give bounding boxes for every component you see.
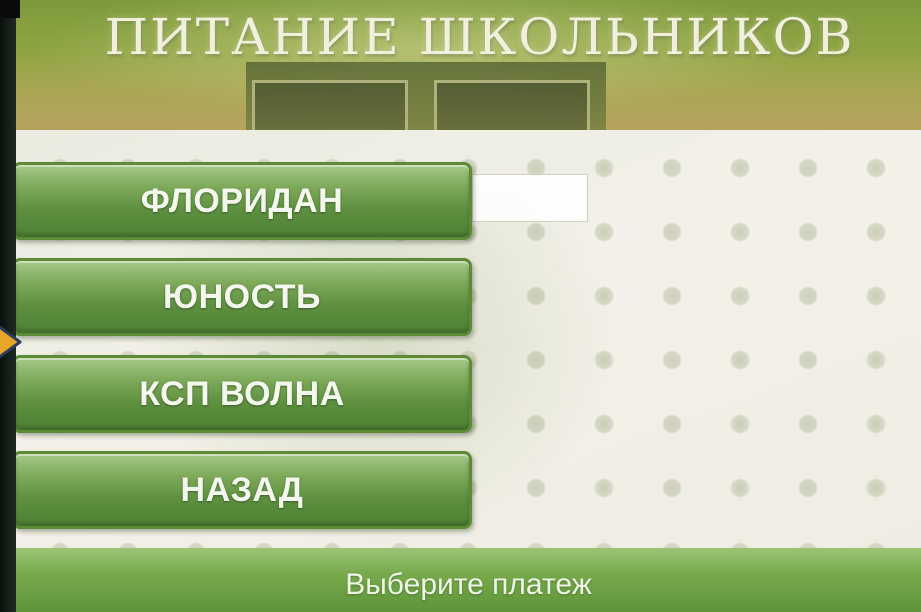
ksp-volna-button[interactable]: КСП ВОЛНА (12, 355, 472, 433)
back-button-label: НАЗАД (180, 470, 304, 509)
yunost-button-label: ЮНОСТЬ (163, 277, 321, 316)
chevron-right-icon (0, 325, 22, 359)
status-message: Выберите платеж (345, 568, 592, 601)
yunost-button[interactable]: ЮНОСТЬ (12, 258, 472, 336)
atm-screen: ПИТАНИЕ ШКОЛЬНИКОВ ФЛОРИДАН ЮНОСТЬ КСП В… (0, 0, 921, 612)
header-background-window (246, 62, 606, 140)
back-button[interactable]: НАЗАД (12, 451, 472, 529)
display-box (472, 174, 588, 222)
page-title: ПИТАНИЕ ШКОЛЬНИКОВ (104, 8, 855, 66)
bezel-corner (0, 0, 20, 18)
floridan-button[interactable]: ФЛОРИДАН (12, 162, 472, 240)
ksp-volna-button-label: КСП ВОЛНА (139, 374, 345, 413)
screen-bezel (0, 0, 16, 612)
floridan-button-label: ФЛОРИДАН (140, 181, 344, 220)
